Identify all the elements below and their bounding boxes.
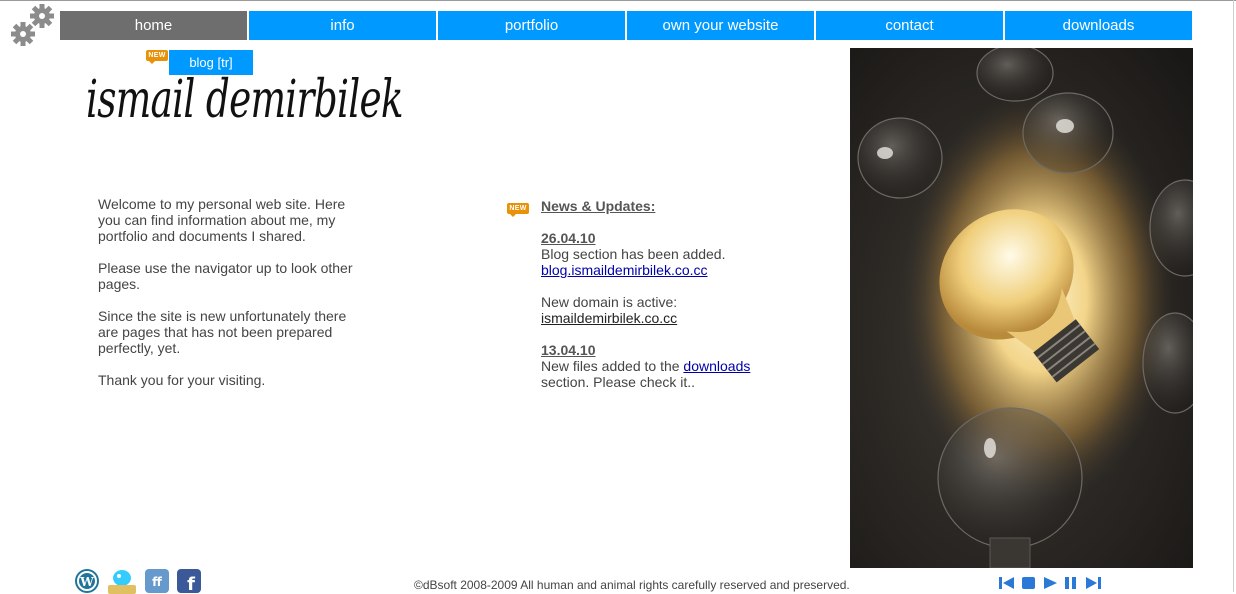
news-text: section. Please check it.. — [541, 374, 696, 390]
nav-own-your-website[interactable]: own your website — [627, 11, 814, 40]
news-text: New domain is active: — [541, 294, 678, 310]
welcome-paragraph: Since the site is new unfortunately ther… — [98, 308, 347, 356]
downloads-link[interactable]: downloads — [683, 358, 750, 374]
nav-contact[interactable]: contact — [816, 11, 1003, 40]
wordpress-icon[interactable]: W — [74, 568, 100, 594]
domain-link[interactable]: ismaildemirbilek.co.cc — [541, 310, 677, 326]
previous-icon[interactable] — [998, 576, 1016, 590]
svg-text:W: W — [79, 575, 94, 589]
site-logo: ismail demirbilek — [86, 70, 404, 130]
news-date: 13.04.10 — [541, 342, 596, 358]
next-icon[interactable] — [1084, 576, 1102, 590]
music-player — [998, 576, 1102, 590]
news-date: 26.04.10 — [541, 230, 596, 246]
welcome-text: Welcome to my personal web site. Here yo… — [98, 196, 358, 404]
svg-text:ff: ff — [152, 575, 162, 589]
gears-icon — [11, 4, 54, 46]
play-icon[interactable] — [1042, 576, 1058, 590]
welcome-paragraph: Thank you for your visiting. — [98, 372, 266, 388]
nav-portfolio[interactable]: portfolio — [438, 11, 625, 40]
news-text: Blog section has been added. — [541, 246, 726, 262]
welcome-paragraph: Please use the navigator up to look othe… — [98, 260, 353, 292]
right-border — [1233, 0, 1234, 592]
facebook-icon[interactable]: f — [176, 568, 202, 594]
news-heading: News & Updates: — [541, 198, 656, 214]
nav-downloads[interactable]: downloads — [1005, 11, 1192, 40]
copyright-text: ©dBsoft 2008-2009 All human and animal r… — [414, 578, 850, 592]
news-entry: 13.04.10 New files added to the download… — [541, 342, 801, 390]
friendfeed-icon[interactable]: ff — [144, 568, 170, 594]
blog-link[interactable]: blog.ismaildemirbilek.co.cc — [541, 262, 708, 278]
svg-text:f: f — [187, 574, 195, 594]
social-links: W ff f — [74, 568, 202, 594]
twitter-icon[interactable] — [106, 568, 138, 594]
main-nav: home info portfolio own your website con… — [60, 11, 1192, 40]
lightbulb-photo — [850, 48, 1193, 568]
news-entry: 26.04.10 Blog section has been added. bl… — [541, 230, 801, 278]
pause-icon[interactable] — [1063, 576, 1079, 590]
news-new-badge-icon: NEW — [507, 203, 529, 217]
welcome-paragraph: Welcome to my personal web site. Here yo… — [98, 196, 346, 244]
stop-icon[interactable] — [1021, 576, 1037, 590]
news-text: New files added to the — [541, 358, 684, 374]
new-badge-icon: NEW — [146, 50, 168, 64]
nav-home[interactable]: home — [60, 11, 247, 40]
top-border — [0, 0, 1236, 1]
news-section: News & Updates: 26.04.10 Blog section ha… — [541, 198, 801, 406]
nav-info[interactable]: info — [249, 11, 436, 40]
news-entry: New domain is active: ismaildemirbilek.c… — [541, 294, 801, 326]
